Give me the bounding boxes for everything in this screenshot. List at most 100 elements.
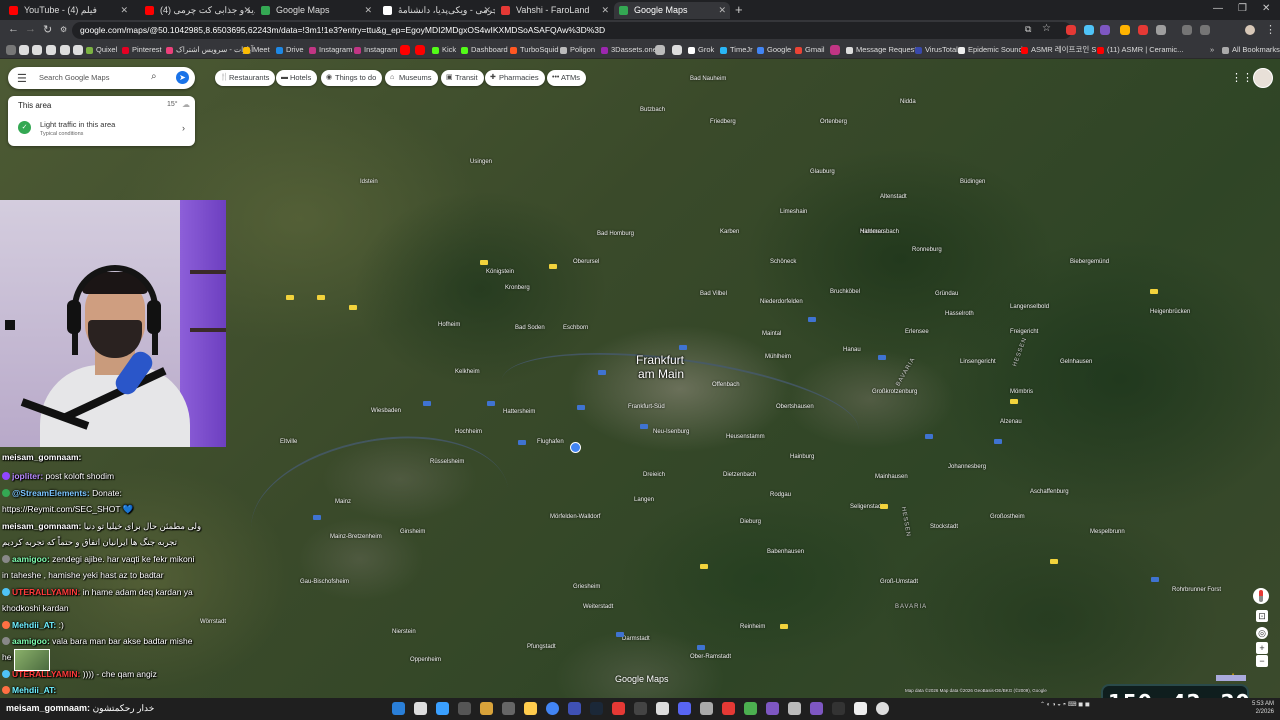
- bookmark-item[interactable]: Message Requests: [846, 44, 920, 56]
- bookmark-icon[interactable]: [655, 45, 665, 55]
- close-window-icon[interactable]: ✕: [1262, 3, 1270, 14]
- youtube-icon[interactable]: [415, 45, 425, 55]
- bookmark-item[interactable]: 3Dassets.one: [601, 44, 657, 56]
- chip-pharmacies[interactable]: ✚ Pharmacies: [485, 70, 545, 86]
- bookmark-item[interactable]: (11) ASMR | Ceramic...: [1097, 44, 1183, 56]
- browser-tab[interactable]: YouTube - فیلم (4) ✕: [4, 2, 132, 19]
- steam-icon[interactable]: [590, 702, 603, 715]
- menu-dots-icon[interactable]: ⋮: [1265, 23, 1276, 36]
- app-icon[interactable]: [436, 702, 449, 715]
- explorer-icon[interactable]: [524, 702, 537, 715]
- minimize-icon[interactable]: —: [1213, 3, 1223, 14]
- app-icon[interactable]: [568, 702, 581, 715]
- extensions-puzzle-icon[interactable]: [1156, 25, 1166, 35]
- search-input[interactable]: Search Google Maps: [39, 73, 109, 82]
- new-tab-button[interactable]: +: [735, 2, 743, 17]
- bookmark-item[interactable]: Quixel: [86, 44, 117, 56]
- chip-transit[interactable]: ▣ Transit: [441, 70, 484, 86]
- search-box[interactable]: ☰ Search Google Maps ⌕ ➤: [8, 67, 195, 89]
- my-location-icon[interactable]: ◎: [1256, 627, 1268, 639]
- bookmark-item[interactable]: ASMR 레이프코인 S...: [1021, 44, 1103, 56]
- directions-icon[interactable]: ➤: [176, 71, 189, 84]
- extension-icon[interactable]: [1182, 25, 1192, 35]
- chip-hotels[interactable]: ▬ Hotels: [276, 70, 318, 86]
- close-tab-icon[interactable]: ✕: [601, 2, 609, 19]
- app-icon[interactable]: [502, 702, 515, 715]
- chip-restaurants[interactable]: 🍴 Restaurants: [215, 70, 276, 86]
- apps-icon[interactable]: [6, 45, 16, 55]
- bookmark-icon[interactable]: [672, 45, 682, 55]
- start-icon[interactable]: [392, 702, 405, 715]
- app-icon[interactable]: [832, 702, 845, 715]
- install-app-icon[interactable]: ⧉: [1025, 24, 1031, 35]
- chevron-right-icon[interactable]: ›: [182, 123, 185, 133]
- browser-tab[interactable]: کت چرمی - ویکی‌پدیا، دانشنامهٔ✕: [378, 2, 495, 19]
- close-tab-icon[interactable]: ✕: [364, 2, 372, 19]
- compass-icon[interactable]: [1253, 588, 1269, 604]
- maximize-icon[interactable]: ❐: [1238, 3, 1247, 14]
- bookmark-item[interactable]: Google: [757, 44, 791, 56]
- bookmark-icon[interactable]: [32, 45, 42, 55]
- overflow-chevron-icon[interactable]: »: [1200, 44, 1214, 56]
- area-info-card[interactable]: This area 15° ☁ ✓ Light traffic in this …: [8, 96, 195, 146]
- airport-icon[interactable]: [570, 442, 581, 453]
- media-icon[interactable]: [876, 702, 889, 715]
- bookmark-icon[interactable]: [46, 45, 56, 55]
- bookmark-item[interactable]: Poligon: [560, 44, 595, 56]
- bookmark-item[interactable]: TurboSquid: [510, 44, 559, 56]
- tilt-icon[interactable]: ⊡: [1256, 610, 1268, 622]
- bookmark-item[interactable]: Meet: [243, 44, 270, 56]
- app-icon[interactable]: [854, 702, 867, 715]
- back-icon[interactable]: ←: [8, 23, 19, 35]
- bookmark-star-icon[interactable]: ☆: [1042, 23, 1051, 34]
- obs-icon[interactable]: [634, 702, 647, 715]
- bookmark-item[interactable]: VirusTotal: [915, 44, 958, 56]
- address-bar[interactable]: google.com/maps/@50.1042985,8.6503695,62…: [72, 22, 1072, 39]
- downloads-icon[interactable]: [1200, 25, 1210, 35]
- files-icon[interactable]: [480, 702, 493, 715]
- zoom-out-button[interactable]: −: [1256, 655, 1268, 667]
- bookmark-item[interactable]: آپارات - سرویس اشتراک: [166, 44, 253, 56]
- bookmark-item[interactable]: Drive: [276, 44, 304, 56]
- bookmark-item[interactable]: Gmail: [795, 44, 825, 56]
- chip-museums[interactable]: ⌂ Museums: [385, 70, 438, 86]
- app-icon[interactable]: [656, 702, 669, 715]
- app-icon[interactable]: [700, 702, 713, 715]
- all-bookmarks-folder[interactable]: All Bookmarks: [1222, 44, 1280, 56]
- bookmark-item[interactable]: Epidemic Sound: [958, 44, 1023, 56]
- bookmark-item[interactable]: TimeJr: [720, 44, 753, 56]
- app-icon[interactable]: [744, 702, 757, 715]
- system-tray[interactable]: ⌃ ◐ ◑ ◒ ◓ ⌨ ◼ ◼: [1040, 701, 1090, 708]
- menu-icon[interactable]: ☰: [17, 72, 27, 85]
- close-tab-icon[interactable]: ✕: [243, 2, 251, 19]
- zoom-in-button[interactable]: +: [1256, 642, 1268, 654]
- profile-avatar[interactable]: [1245, 25, 1255, 35]
- extension-icon[interactable]: [1066, 25, 1076, 35]
- bookmark-item[interactable]: Dashboard: [461, 44, 508, 56]
- extension-icon[interactable]: [1120, 25, 1130, 35]
- site-info-icon[interactable]: ⚙: [60, 25, 67, 34]
- browser-tab-active[interactable]: Google Maps ✕: [614, 2, 730, 19]
- chip-atms[interactable]: ••• ATMs: [547, 70, 587, 86]
- extension-icon[interactable]: [1100, 25, 1110, 35]
- instagram-icon[interactable]: [830, 45, 840, 55]
- bookmark-item[interactable]: Kick: [432, 44, 456, 56]
- google-apps-icon[interactable]: ⋮⋮: [1231, 71, 1253, 84]
- extension-icon[interactable]: [1084, 25, 1094, 35]
- youtube-icon[interactable]: [400, 45, 410, 55]
- browser-tab[interactable]: فیلم جدید و جذابی کت چرمی (4)✕: [140, 2, 255, 19]
- avatar[interactable]: [1253, 68, 1273, 88]
- reload-icon[interactable]: ↻: [43, 23, 52, 36]
- rider-icon[interactable]: [766, 702, 779, 715]
- bookmark-item[interactable]: Instagram: [309, 44, 352, 56]
- task-view-icon[interactable]: [414, 702, 427, 715]
- app-icon[interactable]: [810, 702, 823, 715]
- chip-things-to-do[interactable]: ◉ Things to do: [321, 70, 383, 86]
- search-icon[interactable]: [458, 702, 471, 715]
- system-clock[interactable]: 5:53 AM 2/2026: [1252, 700, 1274, 716]
- bookmark-icon[interactable]: [73, 45, 83, 55]
- browser-tab[interactable]: Vahshi - FaroLand ✕: [496, 2, 613, 19]
- search-icon[interactable]: ⌕: [151, 71, 157, 82]
- bookmark-item[interactable]: Grok: [688, 44, 714, 56]
- browser-tab[interactable]: Google Maps ✕: [256, 2, 376, 19]
